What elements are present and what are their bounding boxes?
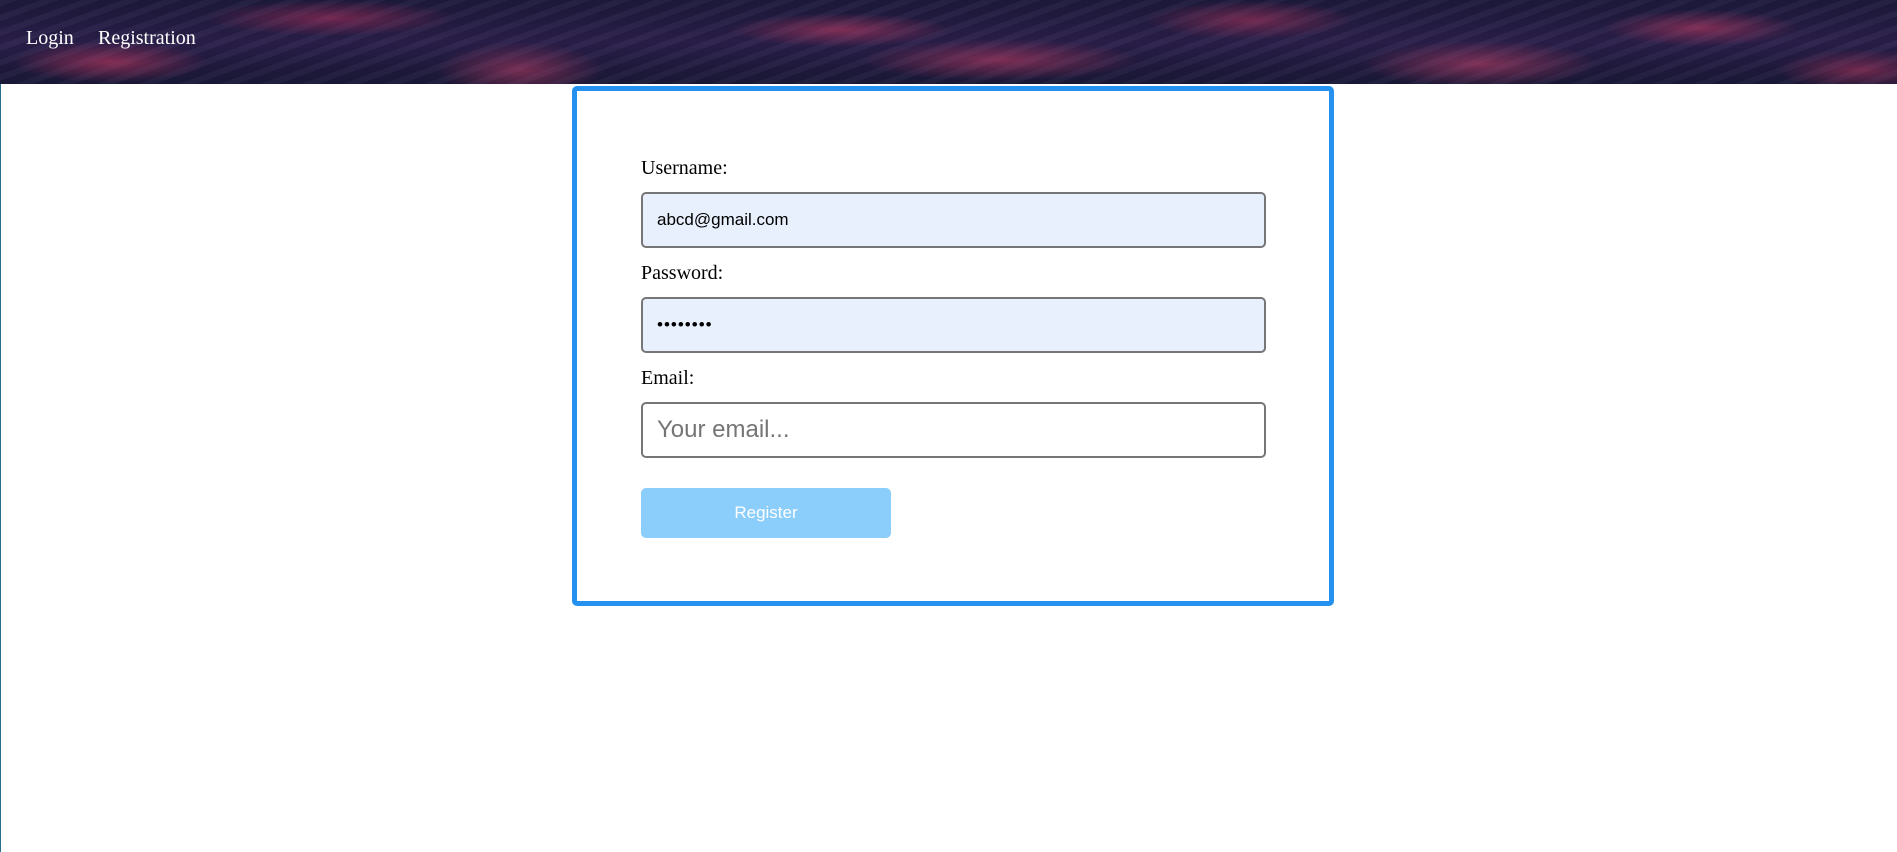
username-label: Username:	[641, 157, 728, 179]
password-label: Password:	[641, 262, 724, 284]
registration-form-card: Username: Password: Email: Register	[572, 86, 1334, 606]
username-input[interactable]	[641, 192, 1266, 248]
nav-login-link[interactable]: Login	[26, 27, 74, 50]
nav-registration-link[interactable]: Registration	[98, 27, 196, 50]
top-navbar: Login Registration	[0, 0, 1897, 84]
register-button[interactable]: Register	[641, 488, 891, 538]
email-input[interactable]	[641, 402, 1266, 458]
password-input[interactable]	[641, 297, 1266, 353]
page-left-border	[0, 84, 1, 852]
email-label: Email:	[641, 367, 695, 389]
